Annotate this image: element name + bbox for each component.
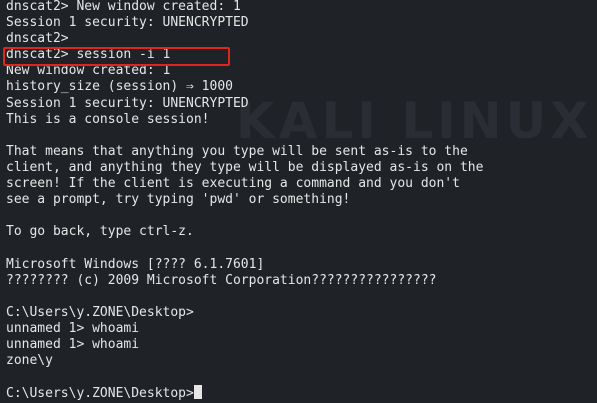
output-line: ???????? (c) 2009 Microsoft Corporation?… xyxy=(6,272,437,288)
text-cursor xyxy=(193,385,202,400)
output-line: New window created: 1 xyxy=(6,63,171,79)
output-line: Session 1 security: UNENCRYPTED xyxy=(6,15,249,31)
terminal-output: dnscat2> New window created: 1 Session 1… xyxy=(6,0,483,401)
output-line: zone\y xyxy=(6,353,53,369)
output-line: client, and anything they type will be d… xyxy=(6,159,484,175)
output-line: Microsoft Windows [???? 6.1.7601] xyxy=(6,256,265,272)
output-line: To go back, type ctrl-z. xyxy=(6,224,194,240)
output-line: This is a console session! xyxy=(6,111,210,127)
output-line: unnamed 1> whoami xyxy=(6,336,140,352)
highlighted-command-line: dnscat2> session -i 1 xyxy=(6,47,171,63)
output-line: C:\Users\y.ZONE\Desktop> xyxy=(6,304,194,320)
output-line: screen! If the client is executing a com… xyxy=(6,176,460,192)
current-prompt-line[interactable]: C:\Users\y.ZONE\Desktop> xyxy=(6,385,483,401)
prompt-text: C:\Users\y.ZONE\Desktop> xyxy=(6,386,194,402)
output-line: That means that anything you type will b… xyxy=(6,143,468,159)
output-line: history_size (session) ⇒ 1000 xyxy=(6,79,233,95)
output-line: dnscat2> xyxy=(6,31,69,47)
output-line: Session 1 security: UNENCRYPTED xyxy=(6,95,249,111)
output-line: dnscat2> New window created: 1 xyxy=(6,0,241,14)
output-line: unnamed 1> whoami xyxy=(6,320,140,336)
output-line: see a prompt, try typing 'pwd' or someth… xyxy=(6,192,351,208)
terminal-window[interactable]: KALI LINUX dnscat2> New window created: … xyxy=(0,0,597,403)
